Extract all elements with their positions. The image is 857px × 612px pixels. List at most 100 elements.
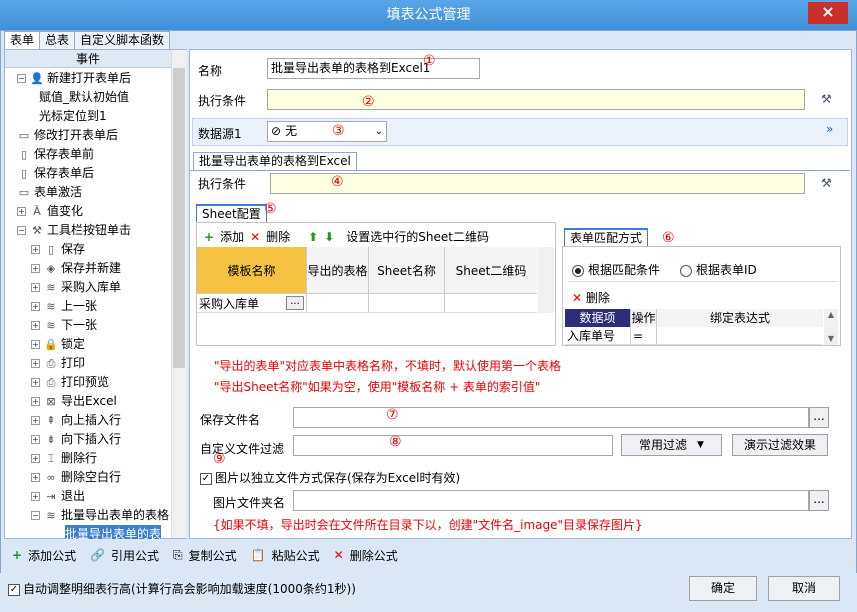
expand-icon[interactable]: +	[31, 397, 40, 406]
tree-item[interactable]: + Ā 值变化	[17, 202, 83, 221]
tree-item[interactable]: ▭ 表单激活	[17, 183, 82, 202]
tree-item[interactable]: + ⌶ 删除行	[31, 449, 97, 468]
col-export-table[interactable]: 导出的表格	[307, 247, 369, 293]
expand-icon[interactable]: +	[31, 378, 40, 387]
savefile-input[interactable]	[293, 407, 809, 428]
tree-item[interactable]: ▭ 修改打开表单后	[17, 126, 118, 145]
condition-input[interactable]	[267, 89, 805, 110]
table-row[interactable]: 入库单号 =	[565, 327, 823, 345]
col-operator[interactable]: 操作	[631, 309, 657, 327]
tree-item[interactable]: + ⎙ 打印	[31, 354, 85, 373]
cell-sheet-qr[interactable]	[445, 294, 537, 312]
expand-icon[interactable]: +	[31, 435, 40, 444]
name-input[interactable]: 批量导出表单的表格到Excel1	[267, 58, 480, 79]
col-template-name[interactable]: 模板名称	[197, 247, 307, 293]
collapse-icon[interactable]: −	[17, 74, 26, 83]
auto-row-height-checkbox[interactable]: ✓ 自动调整明细表行高(计算行高会影响加载速度(1000条约1秒))	[8, 580, 356, 597]
ok-button[interactable]: 确定	[689, 576, 757, 601]
cell-data-item[interactable]: 入库单号	[565, 327, 631, 344]
expand-icon[interactable]: »	[826, 122, 833, 136]
cell-bind-expr[interactable]	[657, 327, 823, 344]
expand-icon[interactable]: +	[31, 283, 40, 292]
collapse-icon[interactable]: −	[31, 511, 40, 520]
arrow-up-icon[interactable]: ⬆	[308, 230, 318, 244]
copy-icon[interactable]: ⎘	[173, 548, 183, 563]
demo-filter-button[interactable]: 演示过滤效果	[732, 434, 828, 456]
expand-icon[interactable]: +	[31, 264, 40, 273]
image-separate-checkbox[interactable]: ✓ 图片以独立文件方式保存(保存为Excel时有效)	[200, 469, 460, 486]
cell-template-name[interactable]: 采购入库单	[199, 295, 259, 312]
delete-formula-button[interactable]: 删除公式	[350, 547, 398, 564]
tree-item[interactable]: 批量导出表单的表	[65, 525, 162, 539]
radio-match-condition[interactable]: 根据匹配条件	[572, 261, 660, 278]
copy-formula-button[interactable]: 复制公式	[189, 547, 237, 564]
expand-icon[interactable]: +	[31, 416, 40, 425]
match-grid-scrollbar[interactable]: ▲ ▼	[824, 309, 838, 345]
expand-icon[interactable]: +	[31, 302, 40, 311]
browse-template-button[interactable]: ...	[286, 296, 304, 310]
arrow-down-icon[interactable]: ⬇	[324, 230, 334, 244]
tree-item[interactable]: + ⎙ 打印预览	[31, 373, 109, 392]
expand-icon[interactable]: +	[31, 321, 40, 330]
delete-icon[interactable]: ✕	[572, 291, 582, 305]
tree-item[interactable]: + ▯ 保存	[31, 240, 85, 259]
radio-form-id[interactable]: 根据表单ID	[680, 261, 757, 278]
sheet-grid-scrollbar[interactable]	[538, 247, 554, 313]
ref-formula-button[interactable]: 引用公式	[111, 547, 159, 564]
delete-icon[interactable]: ✕	[250, 230, 260, 244]
col-data-item[interactable]: 数据项	[565, 309, 631, 327]
tree-item[interactable]: + ∞ 删除空白行	[31, 468, 121, 487]
delete-button[interactable]: 删除	[266, 228, 290, 245]
expand-icon[interactable]: +	[31, 340, 40, 349]
tree-item[interactable]: + ⇟ 向下插入行	[31, 430, 121, 449]
browse-savefile-button[interactable]: ...	[809, 407, 829, 428]
tree-item[interactable]: + ≋ 上一张	[31, 297, 97, 316]
add-button[interactable]: 添加	[220, 228, 244, 245]
cell-operator[interactable]: =	[631, 327, 657, 344]
image-folder-input[interactable]	[293, 490, 809, 511]
tree-scrollbar-thumb[interactable]	[173, 68, 185, 368]
tree-item[interactable]: + 🔒 锁定	[31, 335, 85, 354]
col-sheet-qr[interactable]: Sheet二维码	[445, 247, 537, 293]
paste-formula-button[interactable]: 粘贴公式	[272, 547, 320, 564]
tree-item[interactable]: + ⊠ 导出Excel	[31, 392, 117, 411]
collapse-icon[interactable]: −	[17, 226, 26, 235]
paste-icon[interactable]: 📋	[251, 548, 266, 562]
tree-item[interactable]: + ≋ 采购入库单	[31, 278, 121, 297]
close-button[interactable]: ×	[808, 2, 848, 24]
checkbox-checked-icon[interactable]: ✓	[200, 472, 212, 485]
condition2-input[interactable]	[270, 173, 805, 194]
tree-item[interactable]: 赋值_默认初始值	[39, 88, 129, 107]
datasource-select[interactable]: ⊘ 无 ⌄	[267, 121, 387, 142]
checkbox-checked-icon[interactable]: ✓	[8, 583, 20, 596]
expand-icon[interactable]: +	[31, 492, 40, 501]
delete-icon[interactable]: ✕	[334, 548, 344, 562]
tab-sheet-config[interactable]: Sheet配置	[196, 204, 267, 222]
cell-export-table[interactable]	[307, 294, 369, 312]
common-filter-button[interactable]: 常用过滤 ▼	[621, 434, 722, 456]
radio-on-icon[interactable]	[572, 264, 584, 277]
tab-match-mode[interactable]: 表单匹配方式	[564, 228, 649, 246]
expand-icon[interactable]: +	[31, 473, 40, 482]
magic-wand-icon-2[interactable]: ⚒	[821, 176, 832, 190]
add-icon[interactable]: +	[12, 548, 22, 562]
tree-item[interactable]: + ≋ 下一张	[31, 316, 97, 335]
expand-icon[interactable]: +	[31, 454, 40, 463]
browse-image-folder-button[interactable]: ...	[809, 490, 829, 511]
add-icon[interactable]: +	[204, 230, 214, 244]
table-row[interactable]: 采购入库单 ...	[197, 294, 537, 313]
expand-icon[interactable]: +	[17, 207, 26, 216]
col-bind-expr[interactable]: 绑定表达式	[657, 309, 823, 327]
tree-item[interactable]: + ◈ 保存并新建	[31, 259, 121, 278]
radio-off-icon[interactable]	[680, 264, 692, 277]
tree-item[interactable]: ▯ 保存表单前	[17, 145, 94, 164]
tree-item[interactable]: − ≋ 批量导出表单的表格	[31, 506, 169, 525]
tab-form[interactable]: 表单	[4, 31, 41, 49]
match-delete-button[interactable]: ✕ 删除	[572, 289, 610, 306]
set-qr-button[interactable]: 设置选中行的Sheet二维码	[346, 228, 489, 245]
expand-icon[interactable]: +	[31, 245, 40, 254]
tab-custom-script[interactable]: 自定义脚本函数	[74, 31, 171, 49]
tree-item[interactable]: − 👤 新建打开表单后	[17, 69, 131, 88]
tab-batch-export[interactable]: 批量导出表单的表格到Excel	[193, 152, 357, 170]
tree-item[interactable]: + ⇞ 向上插入行	[31, 411, 121, 430]
